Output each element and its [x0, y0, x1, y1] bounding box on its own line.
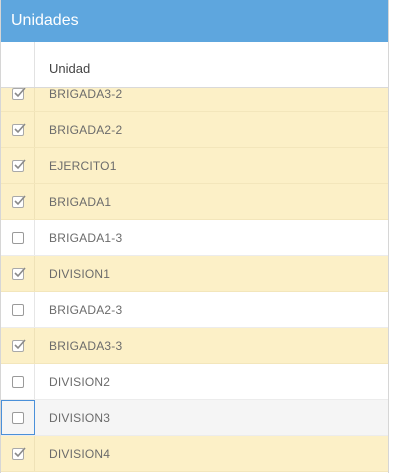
checkmark-icon	[13, 446, 26, 457]
unit-label: BRIGADA3-2	[49, 88, 123, 101]
unit-label: DIVISION1	[49, 266, 111, 281]
row-checkbox-cell[interactable]	[1, 364, 35, 399]
checkbox[interactable]	[11, 88, 26, 100]
unidades-panel: Unidades Unidad BRIGADA3-2 BRIGADA2-2 EJ…	[0, 0, 389, 473]
checkbox[interactable]	[11, 303, 24, 316]
units-list[interactable]: BRIGADA3-2 BRIGADA2-2 EJERCITO1 BRIGADA1…	[1, 88, 388, 473]
unit-label: DIVISION4	[49, 446, 111, 461]
unit-label: BRIGADA2-2	[49, 122, 123, 137]
row-checkbox-cell[interactable]	[1, 256, 35, 291]
checkbox[interactable]	[11, 122, 26, 136]
panel-title: Unidades	[1, 0, 388, 42]
unit-label: DIVISION2	[49, 374, 111, 389]
unit-label: BRIGADA1	[49, 194, 112, 209]
unit-row[interactable]: BRIGADA2-2	[1, 112, 388, 148]
unit-row[interactable]: BRIGADA2-3	[1, 292, 388, 328]
row-checkbox-cell[interactable]	[1, 436, 35, 471]
unit-row[interactable]: BRIGADA3-3	[1, 328, 388, 364]
unit-row[interactable]: EJERCITO1	[1, 148, 388, 184]
checkmark-icon	[13, 122, 26, 133]
unit-row[interactable]: DIVISION2	[1, 364, 388, 400]
unit-row[interactable]: BRIGADA1	[1, 184, 388, 220]
unit-label: BRIGADA3-3	[49, 338, 123, 353]
checkbox[interactable]	[11, 446, 26, 460]
column-header-unidad[interactable]: Unidad	[35, 42, 90, 87]
row-checkbox-cell[interactable]	[1, 220, 35, 255]
checkmark-icon	[13, 194, 26, 205]
row-checkbox-cell[interactable]	[1, 148, 35, 183]
row-checkbox-cell[interactable]	[1, 184, 35, 219]
checkmark-icon	[13, 88, 26, 97]
checkbox[interactable]	[11, 338, 26, 352]
checkbox[interactable]	[11, 375, 24, 388]
unit-label: BRIGADA2-3	[49, 302, 123, 317]
unit-row[interactable]: DIVISION4	[1, 436, 388, 472]
row-checkbox-cell[interactable]	[1, 328, 35, 363]
row-checkbox-cell[interactable]	[1, 112, 35, 147]
checkbox[interactable]	[11, 194, 26, 208]
unit-row[interactable]: DIVISION3	[1, 400, 388, 436]
checkmark-icon	[13, 338, 26, 349]
checkbox[interactable]	[11, 158, 26, 172]
checkbox[interactable]	[11, 411, 24, 424]
unit-label: EJERCITO1	[49, 158, 117, 173]
checkmark-icon	[13, 158, 26, 169]
select-all-column-header[interactable]	[1, 42, 35, 87]
checkbox[interactable]	[11, 231, 24, 244]
row-checkbox-cell[interactable]	[1, 400, 35, 435]
unit-row[interactable]: BRIGADA3-2	[1, 88, 388, 112]
units-list-scroll: BRIGADA3-2 BRIGADA2-2 EJERCITO1 BRIGADA1…	[1, 88, 388, 472]
row-checkbox-cell[interactable]	[1, 292, 35, 327]
unit-label: DIVISION3	[49, 410, 111, 425]
checkbox[interactable]	[11, 266, 26, 280]
row-checkbox-cell[interactable]	[1, 88, 35, 111]
unit-row[interactable]: BRIGADA1-3	[1, 220, 388, 256]
unit-row[interactable]: DIVISION1	[1, 256, 388, 292]
checkmark-icon	[13, 266, 26, 277]
column-header-row: Unidad	[1, 42, 388, 88]
unit-label: BRIGADA1-3	[49, 230, 123, 245]
